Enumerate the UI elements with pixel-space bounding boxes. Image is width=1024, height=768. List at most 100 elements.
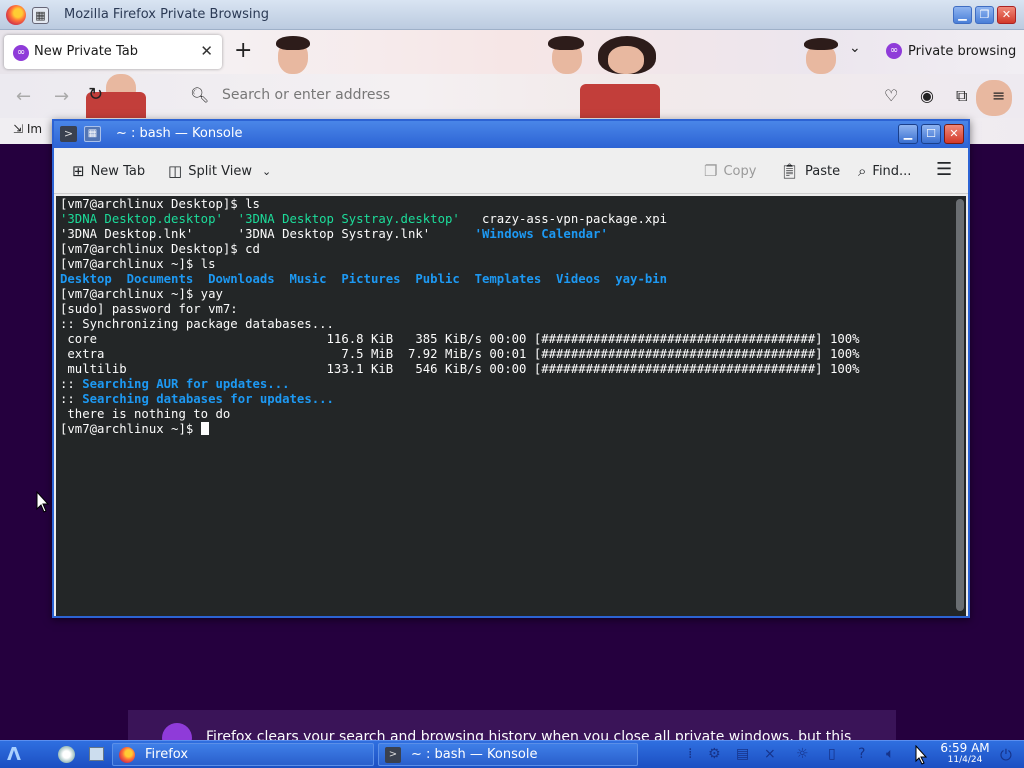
task-konsole[interactable]: > ~ : bash — Konsole (378, 743, 638, 766)
clock[interactable]: 6:59 AM 11/4/24 (938, 742, 992, 766)
firefox-titlebar: ▦ Mozilla Firefox Private Browsing ▁ ❐ ✕ (0, 0, 1024, 30)
terminal-line: Desktop Documents Downloads Music Pictur… (60, 272, 966, 287)
tray-brightness-icon[interactable]: ☼ (796, 746, 809, 762)
theme-decoration (276, 36, 310, 50)
bookmark-import-item[interactable]: ⇲ Im (13, 122, 42, 136)
find-button[interactable]: ⌕ Find... (858, 162, 911, 180)
minimize-button[interactable]: ▁ (898, 124, 918, 144)
terminal-text: Searching databases for updates... (82, 392, 334, 406)
konsole-window: > ▦ ~ : bash — Konsole ▁ ☐ ✕ ⊞ New Tab ◫… (52, 119, 970, 618)
close-button[interactable]: ✕ (944, 124, 964, 144)
konsole-window-title: ~ : bash — Konsole (116, 126, 243, 141)
private-mask-icon: ∞ (13, 45, 29, 61)
terminal-text: [vm7@archlinux Desktop]$ cd (60, 242, 260, 256)
new-tab-label: New Tab (90, 163, 146, 179)
pocket-icon[interactable]: ♡ (884, 86, 898, 105)
split-view-button[interactable]: ◫ Split View ⌄ (168, 162, 271, 180)
tray-help-icon[interactable]: ? (858, 746, 865, 762)
copy-label: Copy (723, 163, 757, 179)
private-browsing-label: Private browsing (908, 43, 1017, 59)
terminal-scrollbar[interactable] (956, 199, 964, 611)
terminal-text: crazy-ass-vpn-package.xpi (459, 212, 668, 226)
terminal-line: there is nothing to do (60, 407, 966, 422)
menu-icon[interactable]: ≡ (992, 86, 1005, 105)
split-view-label: Split View (188, 163, 252, 179)
address-bar-input[interactable]: Search or enter address (222, 87, 390, 103)
terminal-text: [vm7@archlinux ~]$ yay (60, 287, 223, 301)
list-all-tabs-chevron-icon[interactable]: ⌄ (849, 40, 861, 56)
terminal-text: there is nothing to do (60, 407, 231, 421)
quicklaunch-browser-icon[interactable] (58, 746, 75, 763)
terminal-text: [vm7@archlinux ~]$ (60, 422, 201, 436)
extensions-icon[interactable]: ⧉ (956, 86, 967, 106)
hamburger-menu-icon[interactable]: ☰ (936, 159, 952, 180)
terminal-text: '3DNA Desktop.desktop' '3DNA Desktop Sys… (60, 212, 460, 226)
theme-decoration (548, 36, 584, 50)
new-tab-icon: ⊞ (72, 162, 85, 180)
konsole-toolbar: ⊞ New Tab ◫ Split View ⌄ ❐ Copy 📋︎ Paste… (54, 148, 968, 194)
tray-dots-icon[interactable]: ⁞ (688, 746, 692, 762)
terminal-text: [vm7@archlinux Desktop]$ ls (60, 197, 260, 211)
theme-decoration (580, 84, 660, 118)
paste-label: Paste (805, 163, 841, 179)
new-tab-button[interactable]: + (234, 38, 252, 63)
copy-icon: ❐ (704, 162, 718, 180)
terminal-text: Searching AUR for updates... (82, 377, 290, 391)
task-label: Firefox (145, 747, 189, 762)
terminal-icon: > (60, 126, 77, 142)
tray-network-muted-icon[interactable]: ⨯ (764, 746, 776, 762)
split-view-icon: ◫ (168, 162, 183, 180)
terminal-line: :: Synchronizing package databases... (60, 317, 966, 332)
app-grid-icon[interactable]: ▦ (32, 7, 49, 24)
tab-new-private-tab[interactable]: ∞ New Private Tab ✕ (4, 35, 222, 69)
theme-decoration (608, 46, 644, 74)
terminal-text: [vm7@archlinux ~]$ ls (60, 257, 216, 271)
terminal-line: [vm7@archlinux ~]$ ls (60, 257, 966, 272)
maximize-button[interactable]: ☐ (921, 124, 941, 144)
terminal-line: '3DNA Desktop.desktop' '3DNA Desktop Sys… (60, 212, 966, 227)
tray-volume-icon[interactable]: 🔈︎ (886, 746, 894, 762)
app-grid-icon[interactable]: ▦ (84, 126, 101, 142)
konsole-titlebar: > ▦ ~ : bash — Konsole ▁ ☐ ✕ (54, 121, 968, 148)
private-mask-icon: ∞ (886, 43, 902, 59)
arch-launcher-icon[interactable]: Λ (7, 744, 21, 765)
close-tab-icon[interactable]: ✕ (200, 42, 213, 60)
close-button[interactable]: ✕ (997, 6, 1016, 24)
search-icon: 🔍︎ (190, 86, 210, 104)
tray-clipboard-icon[interactable]: ▤ (736, 746, 749, 762)
tray-battery-icon[interactable]: ▯ (828, 746, 836, 762)
terminal-line: [vm7@archlinux ~]$ (60, 422, 966, 437)
mouse-pointer-icon (36, 491, 50, 513)
firefox-navbar: ← → ↻ 🔍︎ Search or enter address ♡ ◉ ⧉ ≡ (0, 74, 1024, 118)
paste-button[interactable]: 📋︎ Paste (780, 162, 840, 180)
minimize-button[interactable]: ▁ (953, 6, 972, 24)
power-icon[interactable]: ⏻ (1000, 746, 1012, 764)
tray-settings-icon[interactable]: ⚙ (708, 746, 721, 762)
terminal-text: :: (60, 377, 83, 391)
reload-icon[interactable]: ↻ (88, 84, 103, 105)
find-label: Find... (872, 163, 912, 179)
terminal-line: extra 7.5 MiB 7.92 MiB/s 00:01 [########… (60, 347, 966, 362)
forward-arrow-icon[interactable]: → (54, 86, 69, 107)
terminal-text: multilib 133.1 KiB 546 KiB/s 00:00 [####… (60, 362, 860, 376)
terminal-text: [sudo] password for vm7: (60, 302, 238, 316)
mouse-pointer-icon (915, 745, 928, 765)
theme-decoration (804, 38, 838, 50)
terminal-output[interactable]: [vm7@archlinux Desktop]$ ls '3DNA Desktop… (56, 196, 966, 616)
copy-button[interactable]: ❐ Copy (704, 162, 756, 180)
terminal-text: :: (60, 392, 83, 406)
terminal-line: core 116.8 KiB 385 KiB/s 00:00 [########… (60, 332, 966, 347)
clock-time: 6:59 AM (940, 741, 990, 755)
new-tab-button[interactable]: ⊞ New Tab (72, 162, 145, 180)
task-firefox[interactable]: Firefox (112, 743, 374, 766)
chevron-down-icon: ⌄ (262, 164, 272, 178)
account-icon[interactable]: ◉ (920, 86, 934, 105)
terminal-line: [vm7@archlinux ~]$ yay (60, 287, 966, 302)
back-arrow-icon[interactable]: ← (16, 86, 31, 107)
firefox-tabbar: ∞ New Private Tab ✕ (0, 30, 1024, 74)
terminal-line: multilib 133.1 KiB 546 KiB/s 00:00 [####… (60, 362, 966, 377)
terminal-icon: > (385, 746, 401, 763)
quicklaunch-files-icon[interactable] (89, 747, 104, 761)
terminal-text: extra 7.5 MiB 7.92 MiB/s 00:01 [########… (60, 347, 860, 361)
maximize-button[interactable]: ❐ (975, 6, 994, 24)
